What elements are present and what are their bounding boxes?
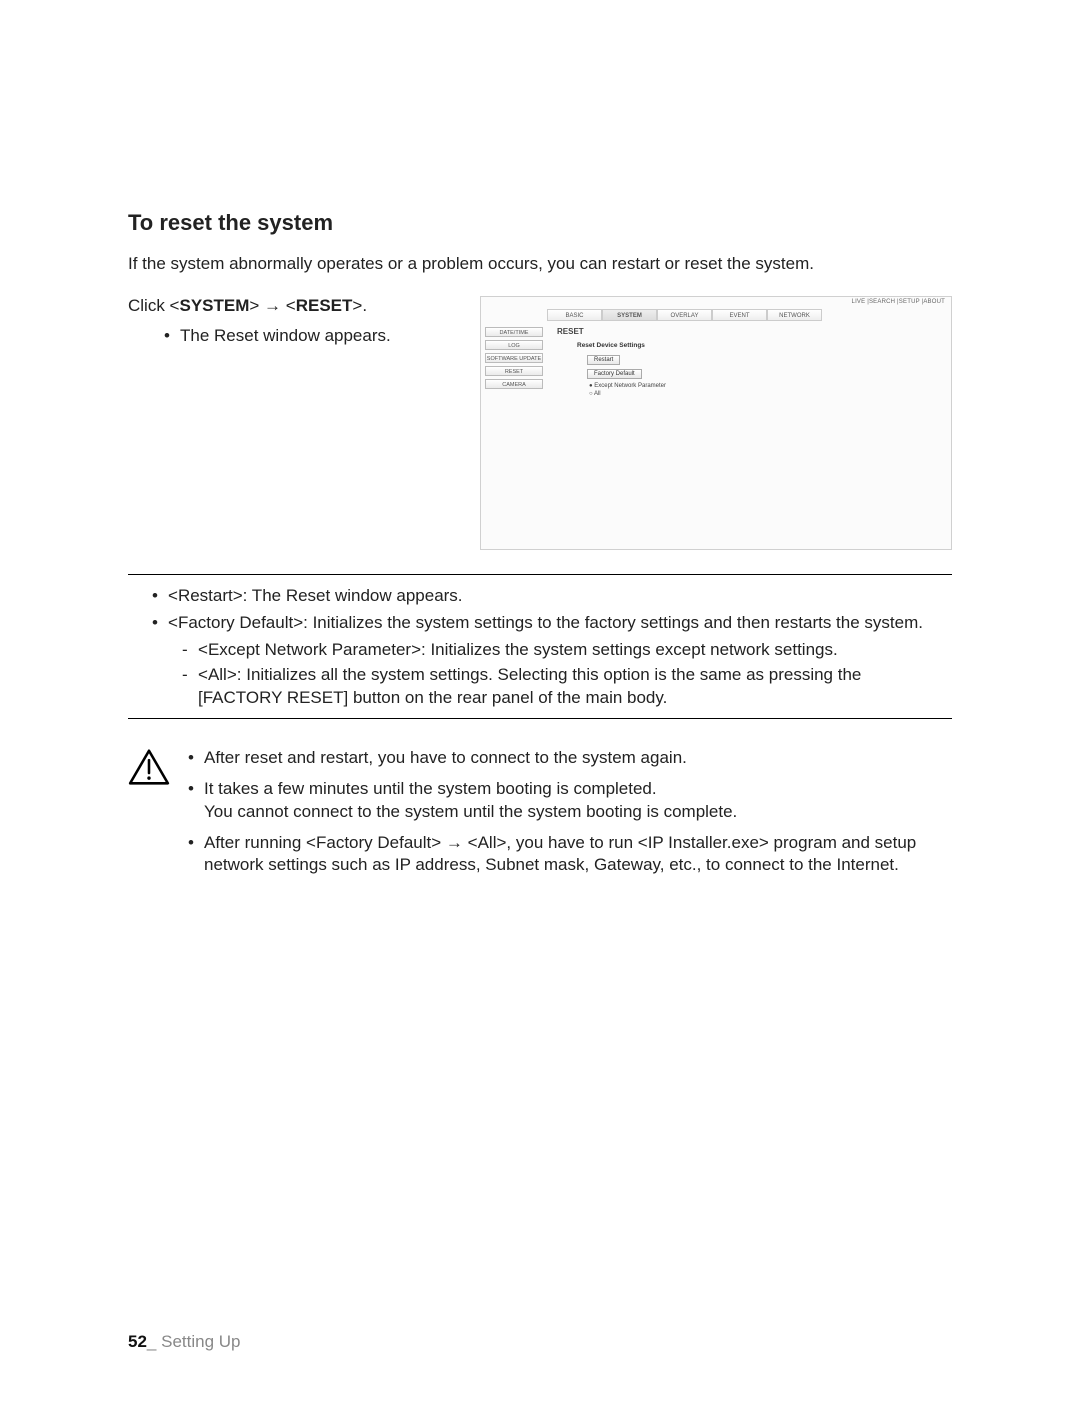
shot-main: RESET Reset Device Settings Restart Fact… bbox=[547, 321, 951, 549]
intro-text: If the system abnormally operates or a p… bbox=[128, 254, 952, 274]
warn-ip-all: All bbox=[478, 833, 497, 852]
desc-all: <All>: Initializes all the system settin… bbox=[152, 664, 952, 710]
shot-tab-overlay: OVERLAY bbox=[657, 309, 712, 321]
click-prefix: Click < bbox=[128, 296, 179, 315]
divider-top bbox=[128, 574, 952, 575]
footer-section: Setting Up bbox=[161, 1332, 240, 1351]
warning-icon bbox=[128, 747, 170, 886]
warn-ipinstaller: After running <Factory Default> → <All>,… bbox=[188, 832, 952, 878]
result-bullet: The Reset window appears. bbox=[164, 326, 458, 346]
shot-panel-sub: Reset Device Settings bbox=[577, 342, 941, 349]
shot-tabs: BASIC SYSTEM OVERLAY EVENT NETWORK bbox=[481, 309, 951, 321]
shot-radio-except: Except Network Parameter bbox=[589, 383, 941, 389]
desc-except-label: Except Network Parameter bbox=[208, 640, 411, 659]
shot-tab-network: NETWORK bbox=[767, 309, 822, 321]
warn-ip-mid2: >, you have to run < bbox=[496, 833, 647, 852]
desc-all-text-b-suffix: ] button on the rear panel of the main b… bbox=[344, 688, 668, 707]
warn-ip-mid1: > → < bbox=[431, 833, 477, 852]
shot-side-swupdate: SOFTWARE UPDATE bbox=[485, 353, 543, 363]
footer-sep: _ bbox=[147, 1332, 161, 1351]
shot-top-links: LIVE |SEARCH |SETUP |ABOUT bbox=[852, 299, 945, 305]
shot-panel-title: RESET bbox=[557, 327, 941, 336]
warn-booting-a: It takes a few minutes until the system … bbox=[204, 779, 657, 798]
shot-sidebar: DATE/TIME LOG SOFTWARE UPDATE RESET CAME… bbox=[481, 321, 547, 549]
click-reset: RESET bbox=[296, 296, 353, 315]
click-suffix: >. bbox=[352, 296, 367, 315]
desc-except: <Except Network Parameter>: Initializes … bbox=[152, 639, 952, 662]
desc-restart: <Restart>: The Reset window appears. bbox=[152, 585, 952, 608]
shot-tab-event: EVENT bbox=[712, 309, 767, 321]
shot-restart-button: Restart bbox=[587, 355, 620, 365]
warning-block: After reset and restart, you have to con… bbox=[128, 747, 952, 886]
shot-side-datetime: DATE/TIME bbox=[485, 327, 543, 337]
desc-factory: <Factory Default>: Initializes the syste… bbox=[152, 612, 952, 635]
page-footer: 52_ Setting Up bbox=[128, 1332, 241, 1352]
desc-all-text-a: : Initializes all the system settings. S… bbox=[237, 665, 862, 684]
shot-side-reset: RESET bbox=[485, 366, 543, 376]
desc-restart-label: Restart bbox=[178, 586, 233, 605]
reset-screenshot: LIVE |SEARCH |SETUP |ABOUT BASIC SYSTEM … bbox=[480, 296, 952, 550]
click-mid: > → < bbox=[249, 296, 295, 315]
page-number: 52 bbox=[128, 1332, 147, 1351]
shot-side-camera: CAMERA bbox=[485, 379, 543, 389]
warn-ip-exe: IP Installer.exe bbox=[648, 833, 759, 852]
desc-factory-label: Factory Default bbox=[178, 613, 293, 632]
shot-factory-button: Factory Default bbox=[587, 369, 642, 379]
desc-factory-text: : Initializes the system settings to the… bbox=[303, 613, 923, 632]
warn-ip-fd: Factory Default bbox=[316, 833, 431, 852]
warn-booting: It takes a few minutes until the system … bbox=[188, 778, 952, 824]
click-path: Click <SYSTEM> → <RESET>. bbox=[128, 296, 458, 316]
desc-all-factory-reset: FACTORY RESET bbox=[203, 688, 344, 707]
shot-tab-basic: BASIC bbox=[547, 309, 602, 321]
description-list: <Restart>: The Reset window appears. <Fa… bbox=[152, 585, 952, 710]
section-title: To reset the system bbox=[128, 210, 952, 236]
click-system: SYSTEM bbox=[179, 296, 249, 315]
warn-reconnect: After reset and restart, you have to con… bbox=[188, 747, 952, 770]
divider-bottom bbox=[128, 718, 952, 719]
desc-restart-text: : The Reset window appears. bbox=[243, 586, 463, 605]
shot-tab-system: SYSTEM bbox=[602, 309, 657, 321]
warn-booting-b: You cannot connect to the system until t… bbox=[204, 801, 952, 824]
shot-radio-all: All bbox=[589, 391, 941, 397]
warn-ip-pre: After running < bbox=[204, 833, 316, 852]
desc-all-label: All bbox=[208, 665, 227, 684]
desc-except-text: : Initializes the system settings except… bbox=[421, 640, 838, 659]
shot-side-log: LOG bbox=[485, 340, 543, 350]
